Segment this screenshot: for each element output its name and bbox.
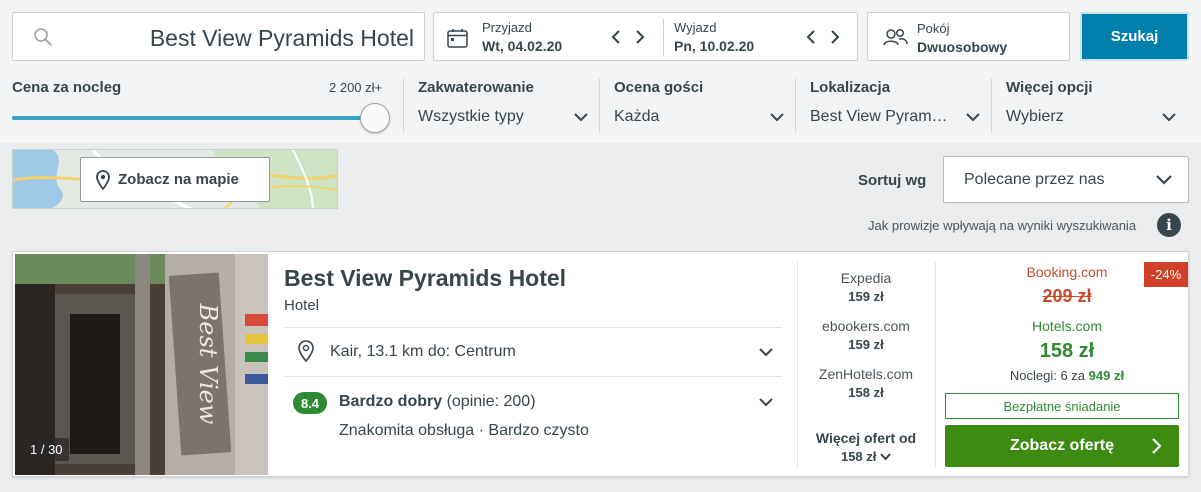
search-icon [34, 28, 52, 46]
offer-site: ZenHotels.com [818, 366, 914, 382]
filter-value: Wszystkie typy [418, 108, 524, 125]
room-label: Pokój [917, 21, 950, 36]
divider [284, 376, 782, 377]
compare-price: 209 zł [1042, 286, 1092, 306]
photo-counter: 1 / 30 [24, 438, 69, 461]
free-breakfast-badge: Bezpłatne śniadanie [945, 393, 1179, 419]
map-pin-icon [96, 169, 110, 190]
rating-reviews: (opinie: 200) [446, 393, 536, 410]
more-offers-price-row: 158 zł [797, 449, 935, 464]
info-icon[interactable]: i [1157, 213, 1181, 237]
price-filter-label: Cena za nocleg [12, 79, 122, 96]
more-offers-label: Więcej ofert od [815, 430, 917, 446]
chevron-down-icon [966, 113, 980, 122]
show-on-map-label: Zobacz na mapie [118, 171, 239, 188]
chevron-down-icon [770, 113, 784, 122]
filter-title: Ocena gości [614, 79, 704, 96]
checkout-label: Wyjazd [674, 20, 717, 35]
location-pin-icon [298, 340, 314, 362]
room-value: Dwuosobowy [917, 39, 1008, 55]
price-slider-handle[interactable] [360, 103, 390, 133]
nights-prefix: Noclegi: 6 za [1009, 368, 1086, 383]
nights-total: Noclegi: 6 za 949 zł [947, 368, 1187, 383]
chevron-down-icon[interactable] [759, 397, 773, 407]
offer-site: Expedia [840, 270, 892, 286]
filter-value: Wybierz [1006, 108, 1064, 125]
hotel-result-card: Best View 1 / 30 Best View Pyramids Hote… [12, 251, 1189, 477]
sort-value: Polecane przez nas [964, 171, 1105, 188]
chevron-down-icon[interactable] [759, 347, 773, 357]
chevron-right-icon [1152, 438, 1161, 454]
chevron-down-icon [1156, 175, 1172, 185]
checkout-value[interactable]: Pn, 10.02.20 [674, 38, 754, 54]
rating-highlights: Znakomita obsługa · Bardzo czysto [339, 422, 589, 439]
view-offer-button[interactable]: Zobacz ofertę [945, 425, 1179, 467]
filter-location[interactable]: Lokalizacja Best View Pyram… [810, 79, 986, 125]
offer-site: ebookers.com [822, 318, 910, 334]
hotel-photo[interactable]: Best View 1 / 30 [15, 254, 268, 475]
search-button[interactable]: Szukaj [1080, 12, 1189, 61]
offer-price: 158 zł [848, 385, 884, 400]
chevron-down-icon [574, 113, 588, 122]
filter-divider [795, 78, 796, 133]
filter-more-options[interactable]: Więcej opcji Wybierz [1006, 79, 1182, 125]
filter-divider [599, 78, 600, 133]
checkin-prev-next-arrows[interactable] [610, 27, 646, 47]
offer-price: 159 zł [848, 289, 884, 304]
hotel-name[interactable]: Best View Pyramids Hotel [284, 265, 566, 292]
chevron-down-icon [880, 453, 891, 461]
rating-summary: Bardzo dobry (opinie: 200) [339, 393, 536, 411]
discount-badge: -24% [1144, 262, 1188, 287]
filter-divider [403, 78, 404, 133]
nights-total-price: 949 zł [1088, 368, 1125, 383]
filter-divider [991, 78, 992, 133]
more-offers-price: 158 zł [840, 449, 877, 464]
date-divider [663, 19, 664, 56]
date-picker[interactable]: Przyjazd Wt, 04.02.20 Wyjazd Pn, 10.02.2… [433, 12, 858, 61]
price-slider-track[interactable] [12, 116, 376, 120]
filter-value: Każda [614, 108, 660, 125]
filter-title: Więcej opcji [1006, 79, 1093, 96]
commission-info-link[interactable]: Jak prowizje wpływają na wyniki wyszukiw… [868, 218, 1136, 233]
rating-score-badge: 8.4 [293, 392, 327, 414]
checkout-prev-next-arrows[interactable] [805, 27, 841, 47]
more-offers-button[interactable]: Więcej ofert od 158 zł [797, 430, 935, 464]
other-offer-item[interactable]: Expedia 159 zł [797, 270, 935, 304]
sort-label: Sortuj wg [858, 172, 927, 189]
show-on-map-button[interactable]: Zobacz na mapie [80, 157, 270, 202]
checkin-label: Przyjazd [482, 20, 532, 35]
sort-select[interactable]: Polecane przez nas [943, 156, 1189, 203]
search-panel: Best View Pyramids Hotel Przyjazd Wt, 04… [0, 0, 1201, 143]
price-filter-max: 2 200 zł+ [329, 80, 383, 95]
destination-input[interactable]: Best View Pyramids Hotel [12, 12, 425, 61]
column-divider [935, 262, 936, 467]
calendar-icon [447, 29, 468, 48]
chevron-down-icon [1162, 113, 1176, 122]
guests-icon [883, 28, 908, 46]
filter-value: Best View Pyram… [810, 108, 948, 125]
view-offer-label: Zobacz ofertę [1009, 437, 1114, 454]
hotel-type: Hotel [284, 297, 320, 314]
rating-label: Bardzo dobry [339, 393, 443, 410]
filter-title: Lokalizacja [810, 79, 891, 96]
other-offer-item[interactable]: ebookers.com 159 zł [797, 318, 935, 352]
filter-title: Zakwaterowanie [418, 79, 534, 96]
filter-guest-rating[interactable]: Ocena gości Każda [614, 79, 790, 125]
deal-site: Hotels.com [1031, 318, 1103, 334]
divider [284, 327, 782, 328]
hotel-location: Kair, 13.1 km do: Centrum [330, 343, 516, 360]
checkin-value[interactable]: Wt, 04.02.20 [482, 38, 562, 54]
room-selector[interactable]: Pokój Dwuosobowy [867, 12, 1070, 61]
svg-text:Best View: Best View [194, 303, 222, 425]
other-offer-item[interactable]: ZenHotels.com 158 zł [797, 366, 935, 400]
offer-price: 159 zł [848, 337, 884, 352]
filter-accommodation[interactable]: Zakwaterowanie Wszystkie typy [418, 79, 594, 125]
destination-value: Best View Pyramids Hotel [149, 25, 414, 51]
deal-price: 158 zł [1039, 340, 1095, 362]
